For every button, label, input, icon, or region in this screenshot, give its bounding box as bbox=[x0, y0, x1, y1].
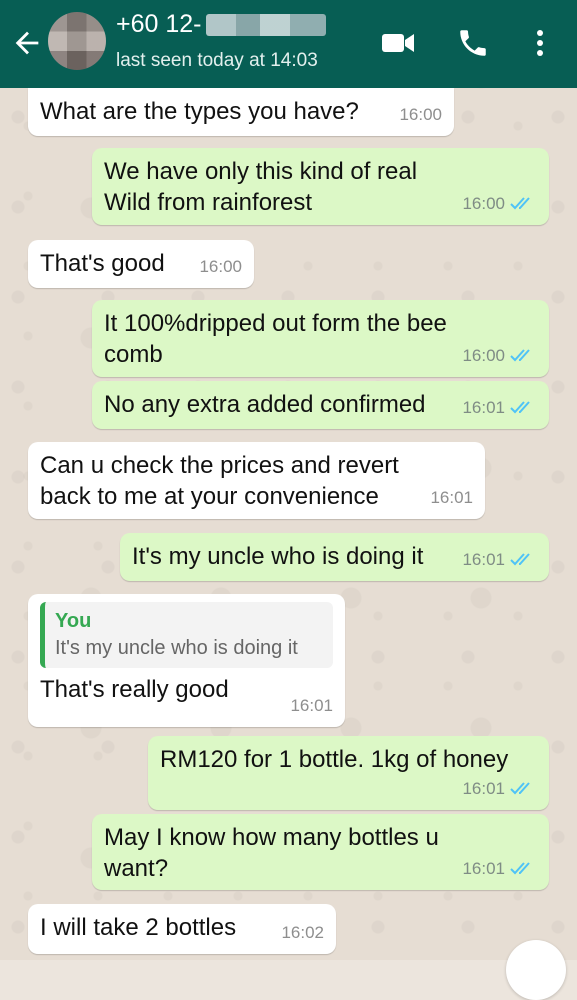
message-time: 16:01 bbox=[462, 392, 537, 423]
message-text: What are the types you have? bbox=[40, 98, 359, 125]
message-text: Can u check the prices and revert back t… bbox=[40, 452, 399, 510]
outgoing-message[interactable]: It's my uncle who is doing it 16:01 bbox=[120, 533, 549, 581]
outgoing-message[interactable]: May I know how many bottles u want? 16:0… bbox=[92, 814, 549, 890]
incoming-message[interactable]: That's good 16:00 bbox=[28, 240, 254, 288]
outgoing-message[interactable]: No any extra added confirmed 16:01 bbox=[92, 381, 549, 429]
more-vert-icon[interactable] bbox=[530, 26, 550, 60]
message-text: That's really good bbox=[40, 676, 229, 703]
quoted-text: It's my uncle who is doing it bbox=[55, 637, 298, 659]
message-time: 16:01 bbox=[462, 853, 537, 884]
message-text: RM120 for 1 bottle. 1kg of honey bbox=[160, 746, 509, 773]
message-time: 16:01 bbox=[462, 773, 537, 804]
message-time: 16:02 bbox=[281, 923, 324, 942]
message-text: That's good bbox=[40, 250, 165, 277]
message-time: 16:01 bbox=[462, 544, 537, 575]
message-time: 16:00 bbox=[399, 105, 442, 124]
message-text: I will take 2 bottles bbox=[40, 914, 237, 941]
message-text: We have only this kind of real Wild from… bbox=[104, 158, 418, 216]
message-text: It 100%dripped out form the bee comb bbox=[104, 310, 447, 368]
incoming-reply-message[interactable]: You It's my uncle who is doing it That's… bbox=[28, 594, 345, 727]
message-time: 16:00 bbox=[462, 340, 537, 371]
avatar[interactable] bbox=[48, 12, 106, 70]
read-receipt-icon bbox=[510, 349, 530, 362]
read-receipt-icon bbox=[510, 197, 530, 210]
quoted-author: You bbox=[55, 610, 92, 632]
incoming-message[interactable]: I will take 2 bottles 16:02 bbox=[28, 904, 336, 954]
outgoing-message[interactable]: RM120 for 1 bottle. 1kg of honey 16:01 bbox=[148, 736, 549, 810]
incoming-message[interactable]: What are the types you have? 16:00 bbox=[28, 88, 454, 136]
scroll-to-bottom-button[interactable] bbox=[506, 940, 566, 1000]
message-time: 16:01 bbox=[430, 488, 473, 507]
contact-name[interactable]: +60 12- bbox=[116, 10, 326, 39]
read-receipt-icon bbox=[510, 553, 530, 566]
video-call-icon[interactable] bbox=[380, 30, 416, 56]
read-receipt-icon bbox=[510, 862, 530, 875]
message-time: 16:01 bbox=[290, 696, 333, 715]
message-time: 16:00 bbox=[199, 257, 242, 276]
quoted-message[interactable]: You It's my uncle who is doing it bbox=[40, 602, 333, 668]
outgoing-message[interactable]: It 100%dripped out form the bee comb 16:… bbox=[92, 300, 549, 377]
redacted-number bbox=[205, 14, 326, 37]
message-text: It's my uncle who is doing it bbox=[132, 543, 424, 570]
last-seen-status: last seen today at 14:03 bbox=[116, 50, 318, 71]
incoming-message[interactable]: Can u check the prices and revert back t… bbox=[28, 442, 485, 519]
message-text: May I know how many bottles u want? bbox=[104, 824, 439, 882]
message-text: No any extra added confirmed bbox=[104, 391, 426, 418]
read-receipt-icon bbox=[510, 401, 530, 414]
back-arrow-icon[interactable] bbox=[10, 26, 44, 60]
phone-icon[interactable] bbox=[456, 26, 490, 60]
message-time: 16:00 bbox=[462, 188, 537, 219]
chat-header: +60 12- last seen today at 14:03 bbox=[0, 0, 577, 88]
outgoing-message[interactable]: We have only this kind of real Wild from… bbox=[92, 148, 549, 225]
read-receipt-icon bbox=[510, 782, 530, 795]
